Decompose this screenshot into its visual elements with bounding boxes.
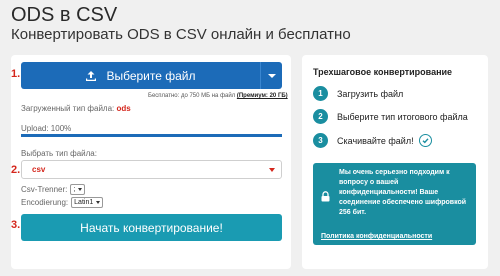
chevron-down-icon	[96, 201, 101, 204]
howto-step-1: 1 Загрузить файл	[313, 86, 403, 101]
page-title: ODS в CSV	[11, 4, 118, 26]
target-type-value: csv	[32, 165, 46, 174]
chevron-down-icon	[267, 73, 276, 78]
upload-progress-bar	[21, 134, 282, 137]
lock-icon	[321, 191, 330, 202]
loaded-file-type: Загруженный тип файла: ods	[21, 104, 131, 113]
start-conversion-button[interactable]: Начать конвертирование!	[21, 214, 282, 241]
privacy-notice: Мы очень серьезно подходим к вопросу о в…	[313, 163, 476, 245]
privacy-text: Мы очень серьезно подходим к вопросу о в…	[339, 169, 467, 216]
target-type-select[interactable]: csv	[21, 160, 282, 179]
howto-step-text: Скачивайте файл!	[337, 135, 414, 146]
step-number-badge: 3	[313, 133, 328, 148]
target-type-label: Выбрать тип файла:	[21, 149, 97, 158]
separator-value: ;	[73, 186, 76, 193]
howto-title: Трехшаговое конвертирование	[313, 67, 453, 77]
step-number-badge: 2	[313, 109, 328, 124]
page-subtitle: Конвертировать ODS в CSV онлайн и беспла…	[11, 26, 351, 43]
upload-progress-label: Upload: 100%	[21, 124, 72, 133]
upload-progress-fill	[21, 134, 282, 137]
premium-link[interactable]: (Премиум: 20 ГБ)	[237, 93, 288, 99]
choose-file-dropdown-toggle[interactable]	[260, 62, 282, 89]
check-circle-icon	[418, 134, 432, 147]
chevron-down-icon	[269, 167, 275, 172]
encoding-select[interactable]: Latin1	[71, 197, 104, 208]
free-limit-text: Бесплатно: до 750 МБ на файл	[148, 93, 236, 99]
chevron-down-icon	[78, 188, 83, 191]
howto-step-text: Загрузить файл	[337, 88, 404, 99]
loaded-type-label: Загруженный тип файла:	[21, 104, 115, 113]
file-size-limit: Бесплатно: до 750 МБ на файл (Премиум: 2…	[148, 93, 288, 99]
howto-step-2: 2 Выберите тип итогового файла	[313, 109, 468, 124]
separator-label: Csv-Trenner:	[21, 185, 68, 194]
encoding-label: Encodierung:	[21, 198, 69, 207]
encoding-value: Latin1	[74, 199, 94, 206]
separator-option: Csv-Trenner: ;	[21, 184, 86, 195]
choose-file-label: Выберите файл	[106, 68, 196, 83]
howto-step-3: 3 Скачивайте файл!	[313, 133, 432, 148]
choose-file-button[interactable]: Выберите файл	[21, 62, 282, 89]
privacy-policy-link[interactable]: Политика конфиденциальности	[321, 233, 432, 240]
upload-icon	[86, 70, 97, 81]
choose-file-main[interactable]: Выберите файл	[21, 62, 260, 89]
step-marker-1: 1.	[11, 68, 21, 80]
step-marker-3: 3.	[11, 219, 21, 231]
step-marker-2: 2.	[11, 164, 21, 176]
loaded-type-value: ods	[116, 104, 131, 113]
step-number-badge: 1	[313, 86, 328, 101]
howto-step-text: Выберите тип итогового файла	[337, 111, 468, 122]
separator-select[interactable]: ;	[70, 184, 86, 195]
encoding-option: Encodierung: Latin1	[21, 197, 104, 208]
